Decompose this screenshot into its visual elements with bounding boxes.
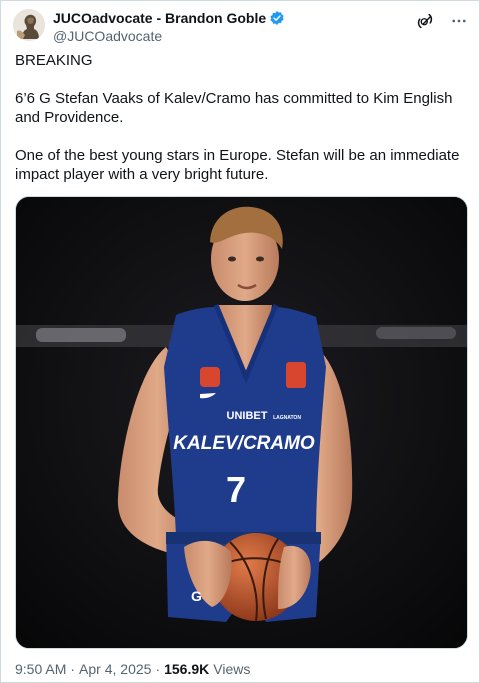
author-display-name[interactable]: JUCOadvocate - Brandon Goble [53,9,266,27]
views-label: Views [213,661,251,677]
views-count[interactable]: 156.9K [164,660,209,678]
verified-badge-icon [270,11,284,25]
svg-text:G: G [191,588,202,604]
jersey-team-name: KALEV/CRAMO [173,433,315,454]
basketball-player-photo: UNIBET LAGNATON KALEV/CRAMO 7 G [16,197,467,648]
author-handle[interactable]: @JUCOadvocate [53,27,285,45]
post-card[interactable]: JUCOadvocate - Brandon Goble @JUCOadvoca… [0,0,480,683]
post-time[interactable]: 9:50 AM [15,660,66,678]
post-image[interactable]: UNIBET LAGNATON KALEV/CRAMO 7 G [15,196,468,649]
jersey-sponsor: UNIBET [227,410,268,422]
author-avatar[interactable] [13,9,45,41]
post-paragraph-commitment: 6’6 G Stefan Vaaks of Kalev/Cramo has co… [15,90,453,126]
bust-statue-avatar-icon [13,9,45,41]
post-paragraph-description: One of the best young stars in Europe. S… [15,147,460,183]
author-display-name-row[interactable]: JUCOadvocate - Brandon Goble [53,9,285,27]
post-date[interactable]: Apr 4, 2025 [79,660,151,678]
post-meta: 9:50 AM · Apr 4, 2025 · 156.9K Views [15,660,250,678]
grok-icon[interactable] [415,11,435,31]
meta-separator-2: · [155,661,161,677]
header-actions [415,11,469,31]
post-header: JUCOadvocate - Brandon Goble @JUCOadvoca… [13,7,469,45]
jersey-sponsor-2: LAGNATON [273,415,301,421]
author-names: JUCOadvocate - Brandon Goble @JUCOadvoca… [53,9,285,45]
meta-separator: · [70,661,76,677]
post-paragraph-breaking: BREAKING [15,52,93,69]
more-dots-icon[interactable] [449,11,469,31]
jersey-number: 7 [226,469,246,510]
post-text: BREAKING 6’6 G Stefan Vaaks of Kalev/Cra… [15,51,465,203]
